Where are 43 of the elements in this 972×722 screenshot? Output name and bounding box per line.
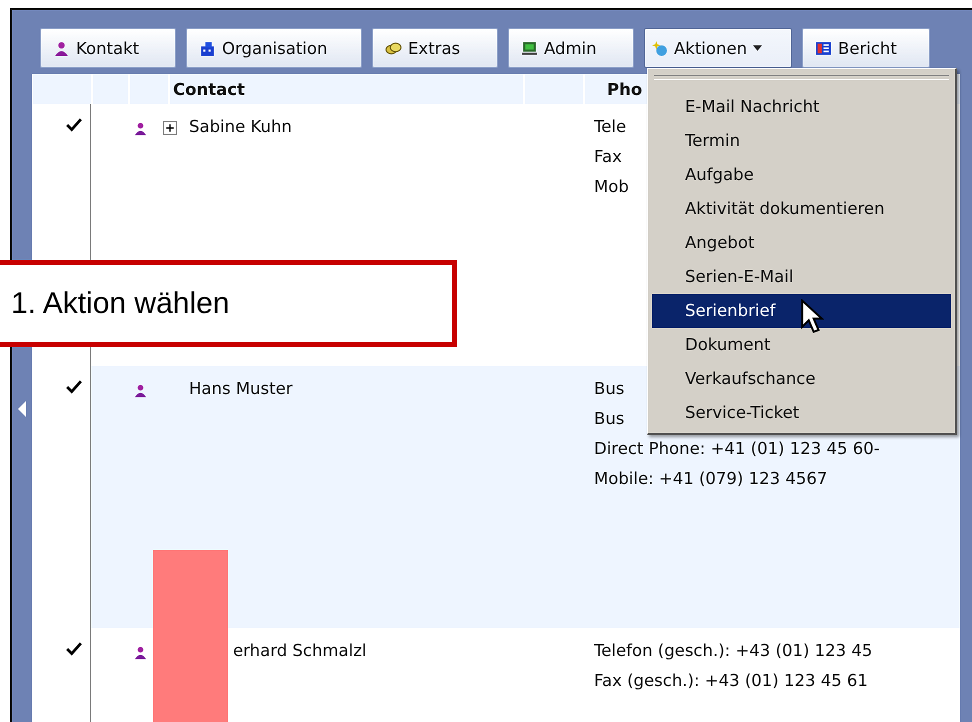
phone-number: Fax	[594, 146, 622, 168]
menu-item[interactable]: Aufgabe	[652, 158, 951, 192]
toolbar-button[interactable]: Extras	[372, 28, 498, 68]
expand-icon[interactable]	[163, 121, 177, 135]
person-icon	[133, 644, 148, 661]
phone-number: Direct Phone: +41 (01) 123 45 60-	[594, 438, 880, 460]
phone-number: Tele	[594, 116, 626, 138]
phone-number: Bus	[594, 378, 624, 400]
phone-number: Fax (gesch.): +43 (01) 123 45 61	[594, 670, 868, 692]
person-icon	[133, 382, 148, 399]
contact-name: Hans Muster	[189, 378, 293, 400]
column-header[interactable]: Contact	[173, 80, 245, 98]
toolbar-button[interactable]: Admin	[508, 28, 634, 68]
toolbar-button[interactable]: Aktionen	[644, 28, 792, 68]
report-icon	[815, 40, 832, 56]
checkmark-icon[interactable]	[66, 118, 82, 132]
phone-number: Mobile: +41 (079) 123 4567	[594, 468, 828, 490]
menu-item[interactable]: Serien-E-Mail	[652, 260, 951, 294]
contact-name: Sabine Kuhn	[189, 116, 292, 138]
person-icon	[133, 120, 148, 137]
mouse-pointer-icon	[800, 299, 824, 335]
computer-icon	[521, 40, 538, 56]
menu-item[interactable]: Dokument	[652, 328, 951, 362]
checkmark-icon[interactable]	[66, 642, 82, 656]
menu-item[interactable]: Serienbrief	[652, 294, 951, 328]
sparkle-icon	[651, 40, 668, 56]
toolbar-button[interactable]: Kontakt	[40, 28, 176, 68]
phone-number: Mob	[594, 176, 629, 198]
contact-name: erhard Schmalzl	[233, 640, 366, 662]
checkmark-icon[interactable]	[66, 380, 82, 394]
coins-icon	[385, 40, 402, 56]
column-header[interactable]: Pho	[607, 80, 642, 98]
building-icon	[199, 40, 216, 56]
menu-item[interactable]: Termin	[652, 124, 951, 158]
phone-number: Bus	[594, 408, 624, 430]
person-icon	[53, 40, 70, 56]
menu-item[interactable]: Service-Ticket	[652, 396, 951, 430]
toolbar-button[interactable]: Bericht	[802, 28, 930, 68]
menu-item[interactable]: Angebot	[652, 226, 951, 260]
toolbar-button[interactable]: Organisation	[186, 28, 362, 68]
collapse-icon[interactable]	[18, 401, 26, 417]
menu-item[interactable]: Aktivität dokumentieren	[652, 192, 951, 226]
phone-number: Telefon (gesch.): +43 (01) 123 45	[594, 640, 872, 662]
